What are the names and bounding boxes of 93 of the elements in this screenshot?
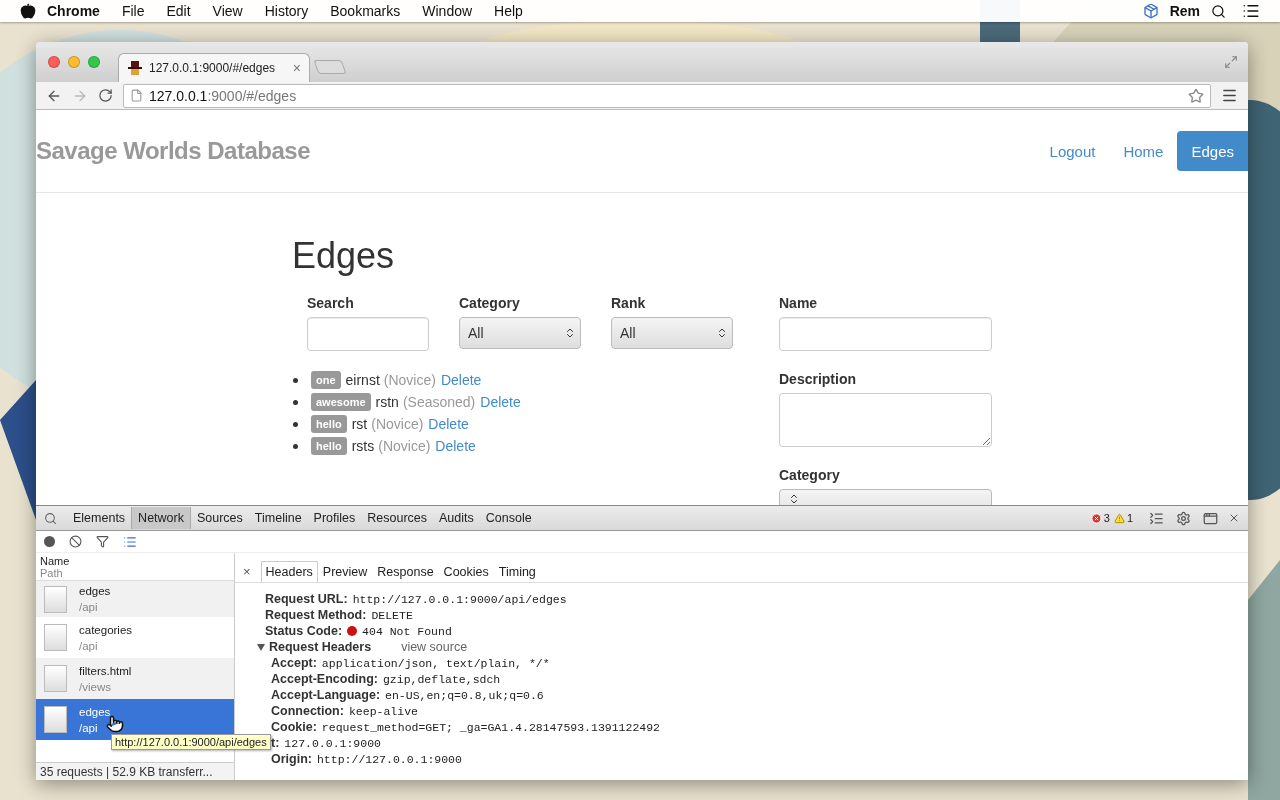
devtools-tab[interactable]: Elements <box>67 507 132 529</box>
request-path: /views <box>79 680 112 693</box>
view-source-link[interactable]: view source <box>401 640 468 654</box>
header-key: Accept-Encoding: <box>271 672 378 686</box>
edge-rank: (Novice) <box>383 372 436 388</box>
edge-rank: (Seasoned) <box>402 394 476 410</box>
field-label: Description <box>779 371 857 387</box>
edge-rank: (Novice) <box>371 416 424 432</box>
header-key: Accept: <box>271 656 317 670</box>
tag-label: hello <box>311 437 347 455</box>
request-row[interactable]: filters.html /views <box>36 658 234 699</box>
header-value: DELETE <box>371 608 413 622</box>
header-value: keep-alive <box>348 704 418 718</box>
header-key: Cookie: <box>271 720 317 734</box>
request-row[interactable]: edges /api <box>36 581 234 617</box>
tag-label: one <box>311 371 341 389</box>
browser-tab[interactable]: 127.0.0.1:9000/#/edges × <box>118 53 310 82</box>
detail-tab[interactable]: Headers <box>260 561 318 582</box>
edge-name: rst <box>351 416 368 432</box>
select-field[interactable]: All <box>459 317 581 349</box>
header-value: http://127.0.0.1:9000/api/edges <box>352 592 567 606</box>
header-value: 127.0.0.1:9000 <box>284 736 381 750</box>
header-value: en-US,en;q=0.8,uk;q=0.6 <box>385 688 544 702</box>
column-path: Path <box>40 567 64 579</box>
devtools-tab[interactable]: Network <box>131 507 191 529</box>
delete-link[interactable]: Delete <box>428 416 469 432</box>
request-name: filters.html <box>79 664 132 677</box>
header-value: request_method=GET; _ga=GA1.4.28147593.1391122492 <box>321 720 660 734</box>
delete-link[interactable]: Delete <box>440 372 482 388</box>
column-name: Name <box>40 555 71 567</box>
detail-tab[interactable]: Cookies <box>438 561 494 582</box>
header-key: Connection: <box>271 704 344 718</box>
status-summary: 35 requests | 52.9 KB transferr... <box>36 762 234 780</box>
url-text: 127.0.0.1:9000/#/edges <box>149 87 297 104</box>
header-value: 404 Not Found <box>362 624 452 638</box>
header-key: Request URL: <box>265 592 348 606</box>
devtools-tab[interactable]: Profiles <box>307 507 362 529</box>
close-button[interactable]: × <box>243 564 251 579</box>
edge-name: rsts <box>351 438 375 454</box>
header-key: t: <box>271 736 280 750</box>
menu-item[interactable]: View <box>201 3 254 19</box>
edge-name: eirnst <box>345 372 380 388</box>
detail-tab[interactable]: Preview <box>317 561 373 582</box>
header-key: Origin: <box>271 752 312 766</box>
error-count[interactable]: 3 <box>1103 512 1110 524</box>
header-key: Request Method: <box>265 608 367 622</box>
edge-rank: (Novice) <box>378 438 431 454</box>
header-key: Accept-Language: <box>271 688 381 702</box>
header-value: http://127.0.0.1:9000 <box>316 752 462 766</box>
tag-label: hello <box>311 415 347 433</box>
section-title[interactable]: Request Headers <box>269 640 372 654</box>
devtools-tab[interactable]: Audits <box>433 507 480 529</box>
nav-link[interactable]: Edges <box>1177 131 1248 171</box>
menu-item[interactable]: Bookmarks <box>319 3 412 19</box>
tab-close-button[interactable]: × <box>292 60 301 76</box>
menu-app-name[interactable]: Chrome <box>36 3 111 19</box>
header-key: Status Code: <box>265 624 343 638</box>
address-bar[interactable]: 127.0.0.1:9000/#/edges <box>123 83 1211 108</box>
user-menu[interactable]: Rem <box>1158 3 1211 19</box>
devtools-tab[interactable]: Resources <box>361 507 434 529</box>
request-path: /api <box>79 721 99 734</box>
delete-link[interactable]: Delete <box>480 394 521 410</box>
request-name: edges <box>79 705 111 718</box>
edge-name: rstn <box>375 394 399 410</box>
header-value: gzip,deflate,sdch <box>382 672 501 686</box>
devtools-tab[interactable]: Console <box>479 507 538 529</box>
tag-label: awesome <box>311 393 371 411</box>
nav-link[interactable]: Logout <box>1035 131 1110 171</box>
menu-item[interactable]: History <box>253 3 320 19</box>
devtools-tab[interactable]: Sources <box>190 507 249 529</box>
warning-count[interactable]: 1 <box>1126 512 1133 524</box>
request-path: /api <box>79 639 99 652</box>
menu-item[interactable]: Help <box>483 3 534 19</box>
request-path: /api <box>79 601 99 613</box>
detail-tab[interactable]: Timing <box>493 561 541 582</box>
menu-item[interactable]: File <box>110 3 156 19</box>
field-label: Name <box>779 295 819 311</box>
menu-item[interactable]: Window <box>411 3 484 19</box>
field-label: Category <box>779 467 841 483</box>
menu-item[interactable]: Edit <box>155 3 202 19</box>
header-value: application/json, text/plain, */* <box>321 656 550 670</box>
nav-link[interactable]: Home <box>1109 131 1178 171</box>
page-heading: Edges <box>292 235 396 277</box>
detail-tab[interactable]: Response <box>372 561 439 582</box>
field-label: Rank <box>611 295 647 311</box>
request-name: edges <box>79 585 111 597</box>
tooltip: http://127.0.0.1:9000/api/edges <box>111 734 271 750</box>
field-label: Category <box>459 295 521 311</box>
field-label: Search <box>307 295 355 311</box>
request-name: categories <box>79 623 133 636</box>
devtools-tab[interactable]: Timeline <box>248 507 308 529</box>
select-field[interactable]: All <box>611 317 733 349</box>
delete-link[interactable]: Delete <box>435 438 476 454</box>
